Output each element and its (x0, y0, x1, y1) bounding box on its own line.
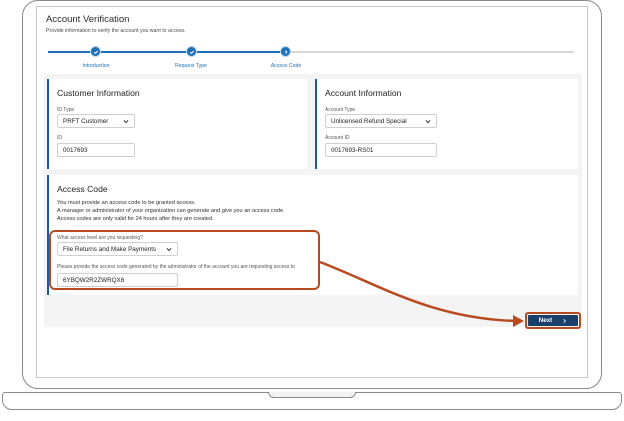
account-id-input[interactable]: 0017693-RS01 (325, 143, 437, 157)
step-label-introduction[interactable]: Introduction (66, 63, 126, 69)
id-type-value: PRFT Customer (63, 117, 109, 125)
customer-card-title: Customer Information (57, 88, 140, 98)
account-type-value: Unlicensed Refund Special (331, 117, 407, 125)
screen: Account Verification Provide information… (36, 6, 588, 378)
step-label-request-type[interactable]: Request Type (161, 63, 221, 69)
step-label-access-code[interactable]: Access Code (256, 63, 316, 69)
account-information-card: Account Information Account Type Unlicen… (315, 79, 578, 169)
laptop-notch (268, 392, 356, 398)
access-card-title: Access Code (57, 184, 108, 194)
chevron-right-icon (563, 318, 567, 323)
next-button[interactable]: Next (528, 315, 578, 326)
chevron-down-icon (425, 119, 431, 123)
access-fields-highlight (49, 230, 320, 290)
id-label: ID (57, 135, 62, 141)
step-introduction-check-icon[interactable] (90, 46, 101, 57)
access-info-line-1: You must provide an access code to be gr… (57, 200, 196, 206)
id-type-select[interactable]: PRFT Customer (57, 114, 135, 128)
account-type-label: Account Type (325, 107, 356, 113)
step-access-code-arrow-icon[interactable] (280, 46, 291, 57)
account-type-select[interactable]: Unlicensed Refund Special (325, 114, 437, 128)
id-input[interactable]: 0017693 (57, 143, 135, 157)
chevron-down-icon (123, 119, 129, 123)
account-card-title: Account Information (325, 88, 402, 98)
id-type-label: ID Type (57, 107, 75, 113)
page-subtitle: Provide information to verify the accoun… (46, 28, 186, 34)
page-title: Account Verification (46, 14, 130, 25)
step-request-type-check-icon[interactable] (186, 46, 197, 57)
access-info-line-3: Access codes are only valid for 24 hours… (57, 216, 214, 222)
access-info-line-2: A manager or administrator of your organ… (57, 208, 285, 214)
account-id-label: Account ID (325, 135, 350, 141)
customer-information-card: Customer Information ID Type PRFT Custom… (47, 79, 307, 169)
next-button-label: Next (538, 317, 553, 324)
stepper-progress (48, 50, 285, 53)
